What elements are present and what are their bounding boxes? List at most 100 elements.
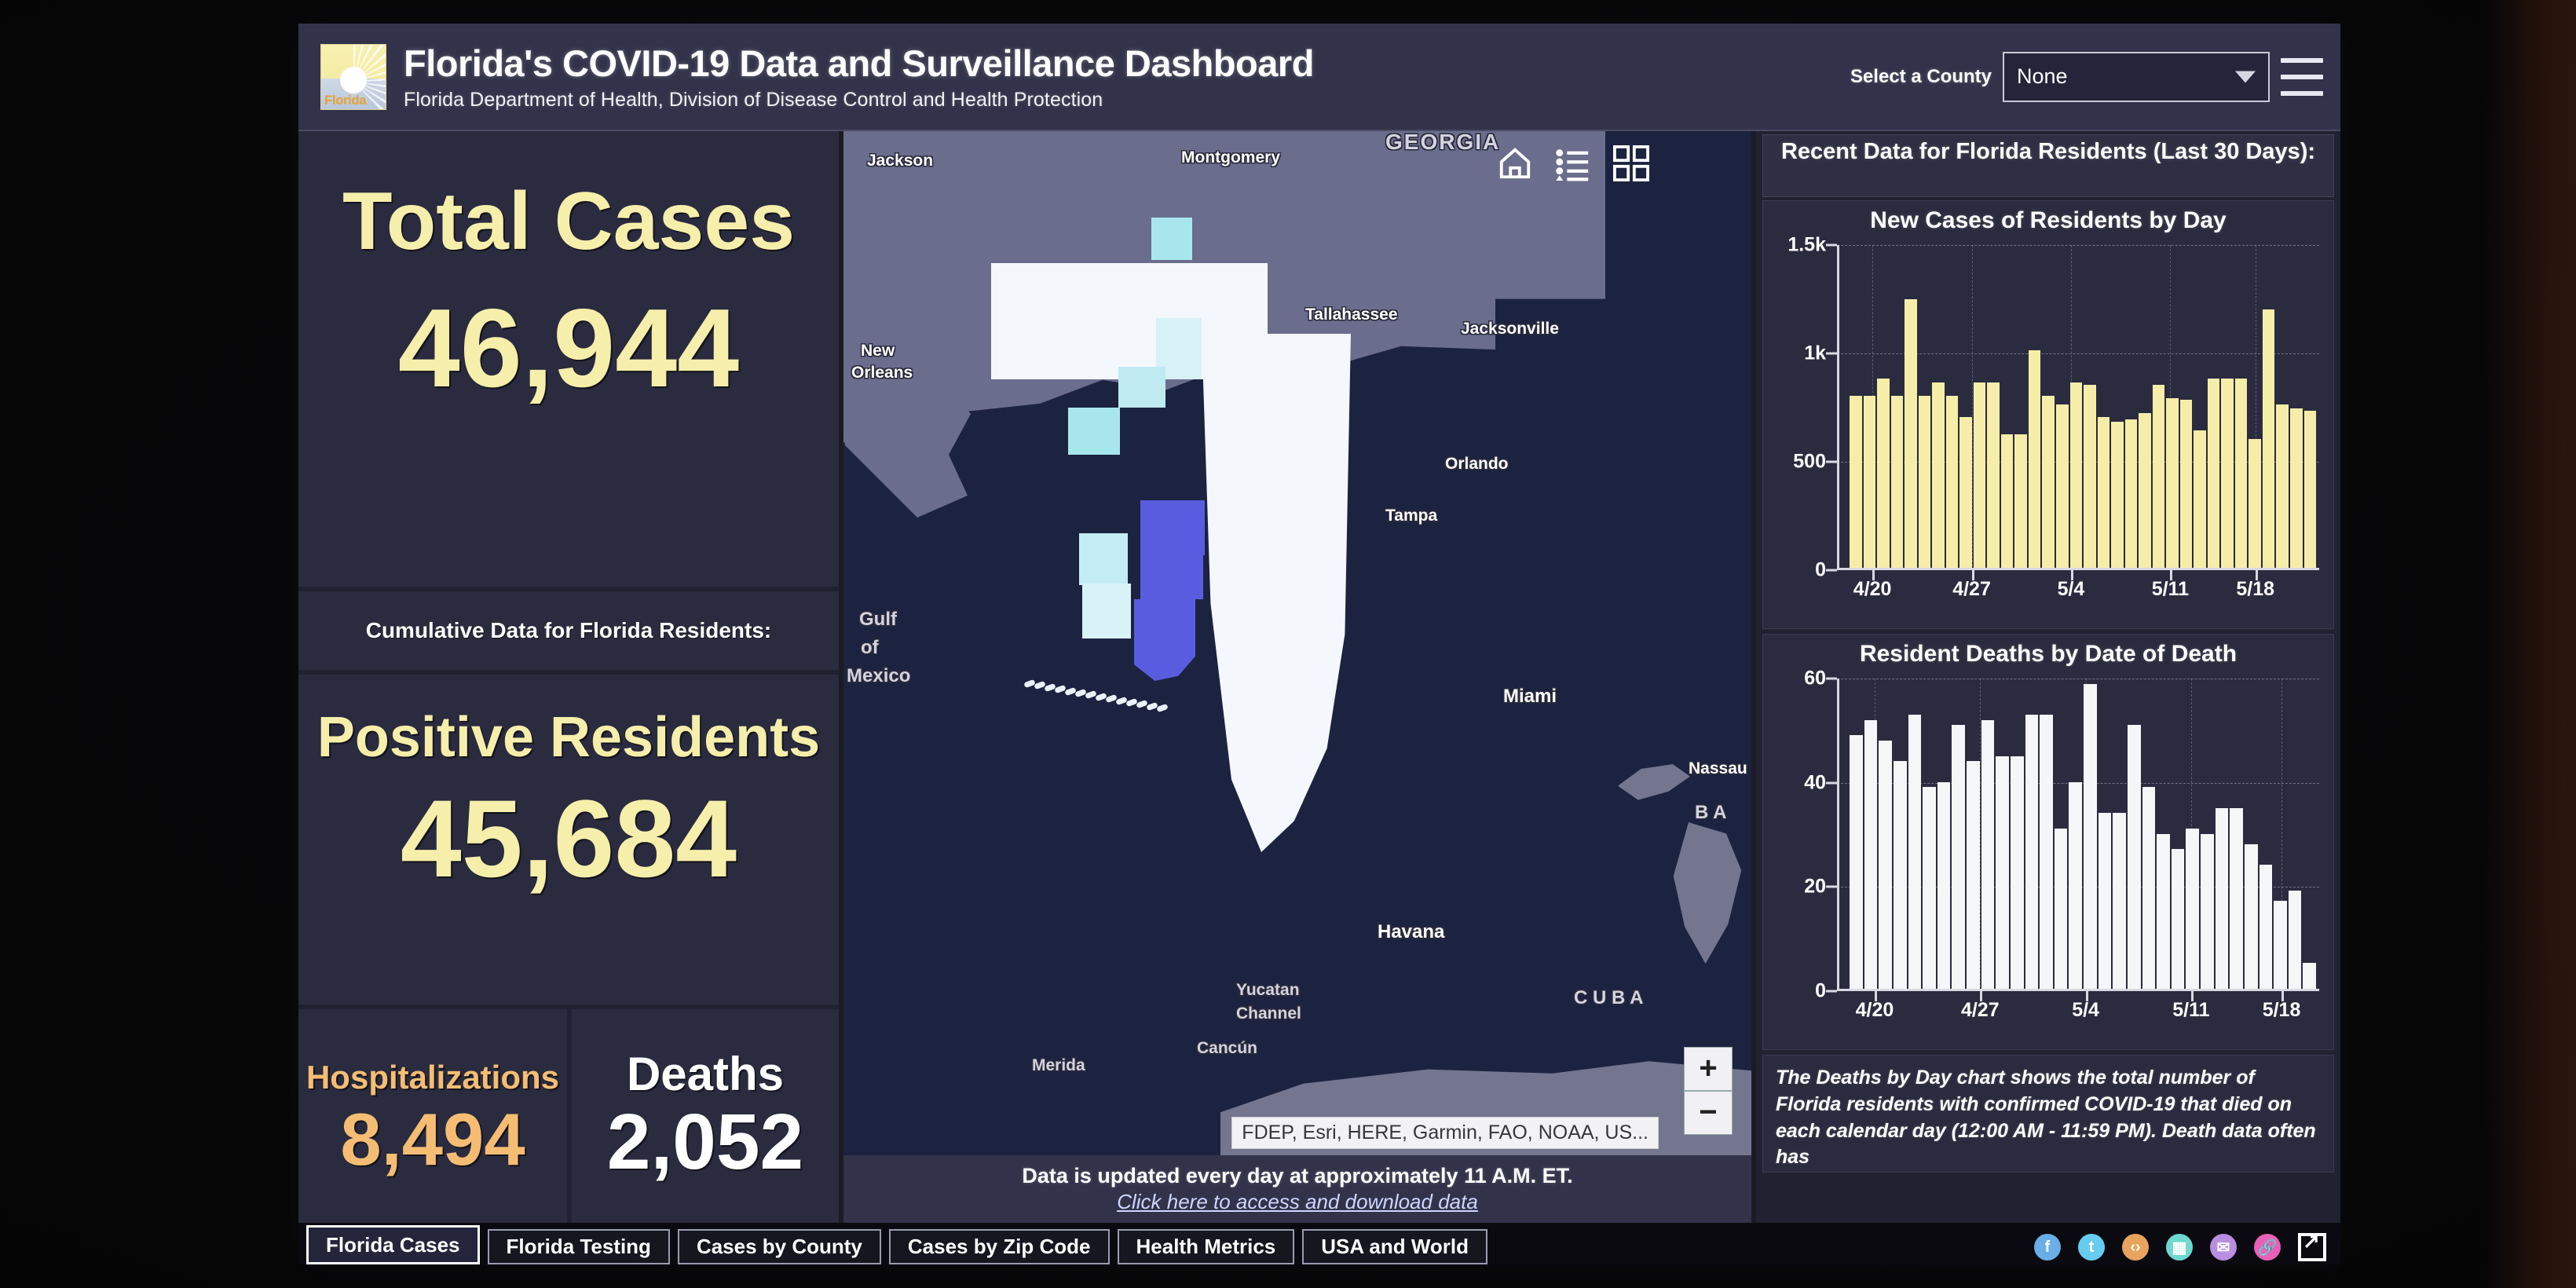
bar[interactable] <box>2274 901 2287 989</box>
bar[interactable] <box>1937 781 1951 989</box>
county-shape-palm-beach[interactable] <box>1140 500 1205 555</box>
bar[interactable] <box>2230 807 2243 989</box>
bar[interactable] <box>1893 761 1907 989</box>
bar[interactable] <box>1923 787 1936 989</box>
bar[interactable] <box>1890 395 1904 568</box>
new-cases-bar-chart[interactable]: 0 500 1k 1.5k 4/20 4/27 5/4 5/11 5/18 <box>1787 234 2319 600</box>
email-share-icon[interactable]: ✉ <box>2210 1234 2237 1261</box>
embed-code-icon[interactable]: ‹› <box>2122 1234 2149 1261</box>
bar[interactable] <box>2139 412 2151 568</box>
bar[interactable] <box>2055 404 2069 568</box>
bar[interactable] <box>2288 890 2302 989</box>
bar[interactable] <box>2194 430 2206 568</box>
county-shape-lee[interactable] <box>1079 533 1128 585</box>
qr-code-icon[interactable]: ▦ <box>2166 1234 2193 1261</box>
map-label-montgomery: Montgomery <box>1181 148 1280 166</box>
bar[interactable] <box>2166 397 2179 568</box>
bar[interactable] <box>1973 382 1986 568</box>
county-shape-hillsborough[interactable] <box>1068 408 1120 455</box>
external-link-icon[interactable] <box>2298 1229 2326 1261</box>
bar[interactable] <box>2249 438 2261 568</box>
tab-cases-by-county[interactable]: Cases by County <box>677 1229 881 1264</box>
bar[interactable] <box>2054 828 2068 989</box>
zoom-in-button[interactable]: + <box>1684 1047 1733 1091</box>
county-choropleth-map[interactable]: Jackson Montgomery GEORGIA Tallahassee Jacks… <box>843 131 1751 1223</box>
bar[interactable] <box>2113 813 2126 989</box>
county-select-dropdown[interactable]: None <box>2003 51 2270 102</box>
bar[interactable] <box>1864 719 1878 989</box>
bar[interactable] <box>2028 350 2041 568</box>
bar[interactable] <box>1945 395 1959 568</box>
link-share-icon[interactable]: 🔗 <box>2254 1234 2281 1261</box>
bar[interactable] <box>1996 756 2009 989</box>
bar[interactable] <box>2259 865 2273 989</box>
county-shape-duval[interactable] <box>1151 218 1192 260</box>
y-tick <box>1826 677 1837 680</box>
bar[interactable] <box>1850 735 1863 989</box>
bar[interactable] <box>2124 419 2138 568</box>
county-shape-broward[interactable] <box>1140 555 1203 599</box>
tab-cases-by-zip-code[interactable]: Cases by Zip Code <box>888 1229 1110 1264</box>
bar[interactable] <box>2186 828 2199 989</box>
facebook-share-icon[interactable]: f <box>2034 1234 2061 1261</box>
zoom-out-button[interactable]: − <box>1684 1091 1733 1135</box>
bar[interactable] <box>2221 378 2234 568</box>
bar[interactable] <box>2025 715 2039 989</box>
bar[interactable] <box>2157 833 2170 989</box>
twitter-share-icon[interactable]: t <box>2078 1234 2105 1261</box>
bar[interactable] <box>2290 408 2303 568</box>
bar[interactable] <box>2000 434 2014 568</box>
bar[interactable] <box>2069 781 2082 989</box>
bar[interactable] <box>1879 741 1892 989</box>
legend-icon[interactable] <box>1555 145 1591 181</box>
bar[interactable] <box>2201 833 2214 989</box>
bar[interactable] <box>2244 843 2258 989</box>
county-shape-orange[interactable] <box>1118 367 1165 408</box>
bar[interactable] <box>1952 725 1965 989</box>
bar[interactable] <box>1877 378 1890 568</box>
bar[interactable] <box>1905 298 1917 568</box>
bar[interactable] <box>1908 715 1922 989</box>
bar[interactable] <box>2069 382 2083 568</box>
tab-health-metrics[interactable]: Health Metrics <box>1117 1229 1295 1264</box>
bar[interactable] <box>1981 719 1995 989</box>
bar[interactable] <box>2127 725 2141 989</box>
tab-florida-cases[interactable]: Florida Cases <box>306 1225 480 1264</box>
bar[interactable] <box>2215 807 2229 989</box>
home-icon[interactable] <box>1497 145 1533 181</box>
county-shape-collier[interactable] <box>1082 584 1131 639</box>
bar[interactable] <box>2084 683 2097 989</box>
tab-florida-testing[interactable]: Florida Testing <box>487 1229 670 1264</box>
stat-card-positive-residents: Positive Residents 45,684 <box>298 675 839 1004</box>
bar[interactable] <box>1863 395 1876 568</box>
hamburger-menu-icon[interactable] <box>2281 58 2323 96</box>
bar[interactable] <box>2303 963 2316 989</box>
bar[interactable] <box>2111 421 2124 568</box>
bar[interactable] <box>2097 417 2110 568</box>
bar[interactable] <box>2276 404 2289 568</box>
bar[interactable] <box>2014 434 2027 568</box>
bar[interactable] <box>2040 715 2053 989</box>
bar[interactable] <box>2098 813 2112 989</box>
bar[interactable] <box>1987 382 2000 568</box>
bar[interactable] <box>1932 382 1945 568</box>
bar[interactable] <box>1918 395 1931 568</box>
bar[interactable] <box>1967 761 1980 989</box>
tab-usa-and-world[interactable]: USA and World <box>1302 1229 1488 1264</box>
bar[interactable] <box>2207 378 2220 568</box>
download-data-link[interactable]: Click here to access and download data <box>1117 1190 1478 1214</box>
bar[interactable] <box>1959 417 1972 568</box>
bar[interactable] <box>2084 385 2096 568</box>
bar[interactable] <box>2303 410 2317 568</box>
bar[interactable] <box>1850 395 1862 568</box>
bar[interactable] <box>2152 385 2165 568</box>
bar[interactable] <box>2010 756 2024 989</box>
bar[interactable] <box>2042 395 2055 568</box>
basemap-gallery-icon[interactable] <box>1613 145 1649 181</box>
bar[interactable] <box>2234 378 2248 568</box>
bar[interactable] <box>2179 400 2193 568</box>
bar[interactable] <box>2262 309 2275 568</box>
resident-deaths-bar-chart[interactable]: 0 20 40 60 4/20 4/27 5/4 5/11 5/18 <box>1804 668 2319 1021</box>
bar[interactable] <box>2142 787 2156 989</box>
bar[interactable] <box>2171 849 2185 989</box>
